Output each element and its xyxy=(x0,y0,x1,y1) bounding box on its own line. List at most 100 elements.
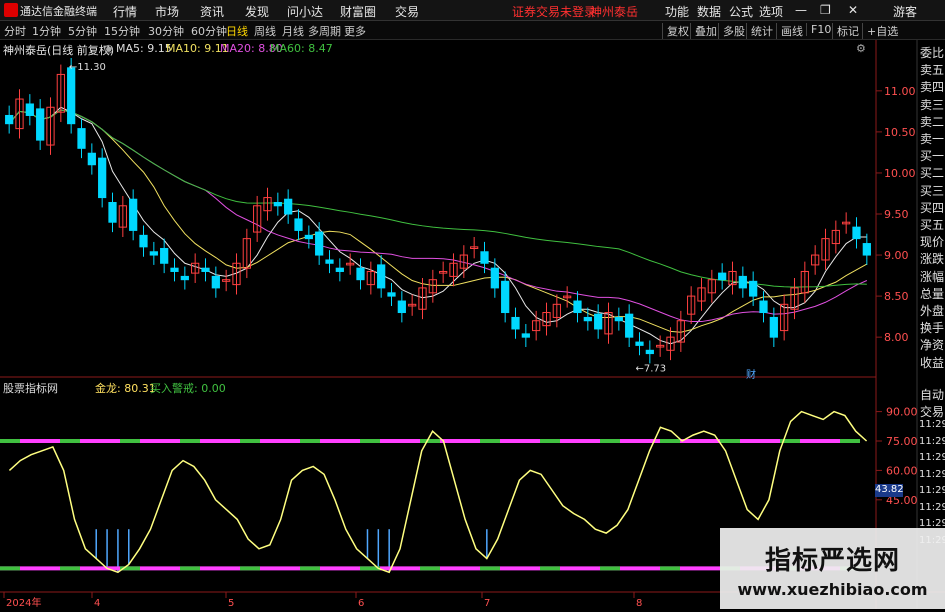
x-tick-label: 8 xyxy=(636,598,642,609)
btn-fuquan[interactable]: 复权 xyxy=(662,23,689,39)
btn-biaoji[interactable]: 标记 xyxy=(832,23,859,39)
quote-field-label: 涨跌 xyxy=(919,252,944,267)
candle-body xyxy=(129,198,138,231)
candle-body xyxy=(862,243,871,256)
period-weekly[interactable]: 周线 xyxy=(254,23,276,39)
sub-panel-title: 股票指标网 xyxy=(3,382,58,395)
candle-body xyxy=(304,234,313,240)
menu-caifuquan[interactable]: 财富圈 xyxy=(340,3,376,20)
price-tick-label: 9.00 xyxy=(884,249,909,262)
menu-gongneng[interactable]: 功能 xyxy=(665,3,689,20)
period-15min[interactable]: 15分钟 xyxy=(104,23,140,39)
jinlong-value: 金龙: 80.31 xyxy=(95,382,156,395)
candle-body xyxy=(335,267,344,272)
auto-trade-label[interactable]: 交易 xyxy=(919,403,945,420)
candle-body xyxy=(139,234,148,248)
quote-field-label: 买一 xyxy=(919,149,944,164)
price-tick-label: 8.00 xyxy=(884,331,909,344)
ma60-label: MA60: 8.47 xyxy=(270,42,333,55)
candle-body xyxy=(501,280,510,314)
close-icon[interactable]: ✕ xyxy=(848,3,858,17)
x-tick-label: 2024年 xyxy=(6,596,41,609)
candle-body xyxy=(625,313,634,338)
btn-add-watchlist[interactable]: +自选 xyxy=(862,23,898,39)
candle-body xyxy=(5,114,14,125)
candle-body xyxy=(511,316,520,330)
period-monthly[interactable]: 月线 xyxy=(282,23,304,39)
current-stock-tab[interactable]: 神州泰岳 xyxy=(590,3,638,20)
candle-body xyxy=(521,333,530,338)
trade-time-label: 11:29 xyxy=(919,501,945,513)
app-logo-icon xyxy=(4,3,18,17)
low-price-label: ←7.73 xyxy=(636,363,667,374)
candle-body xyxy=(480,251,489,264)
ma-toggle-icon[interactable]: ◉ xyxy=(104,42,114,55)
candle-body xyxy=(108,202,117,223)
period-daily[interactable]: 日线 xyxy=(226,23,248,39)
period-more[interactable]: 更多 xyxy=(344,23,366,39)
candle-body xyxy=(583,316,592,322)
quote-field-label: 委比 xyxy=(919,46,944,60)
menu-zixun[interactable]: 资讯 xyxy=(200,3,224,20)
menu-jiaoyi[interactable]: 交易 xyxy=(395,3,419,20)
candle-body xyxy=(36,108,45,141)
restore-icon[interactable]: ❐ xyxy=(820,3,831,17)
candle-body xyxy=(98,157,107,199)
period-30min[interactable]: 30分钟 xyxy=(148,23,184,39)
candle-body xyxy=(377,264,386,289)
candle-body xyxy=(490,267,499,289)
quote-field-label: 买四 xyxy=(919,200,944,215)
period-fenshi[interactable]: 分时 xyxy=(4,23,26,39)
trade-login-status[interactable]: 证券交易未登录 xyxy=(512,3,596,20)
guest-user[interactable]: 游客 xyxy=(893,3,917,20)
candle-body xyxy=(749,280,758,297)
btn-diejia[interactable]: 叠加 xyxy=(690,23,717,39)
sub-tick-label: 60.00 xyxy=(886,464,918,477)
menu-gongshi[interactable]: 公式 xyxy=(729,3,753,20)
period-5min[interactable]: 5分钟 xyxy=(68,23,97,39)
trade-time-label: 11:29 xyxy=(919,435,945,447)
panel-settings-icon[interactable]: ⚙ xyxy=(856,42,866,55)
period-60min[interactable]: 60分钟 xyxy=(191,23,227,39)
quote-field-label: 换手 xyxy=(919,321,944,336)
candle-body xyxy=(315,231,324,256)
btn-tongji[interactable]: 统计 xyxy=(746,23,773,39)
main-panel-title: 神州泰岳(日线 前复权) xyxy=(3,44,115,57)
price-tick-label: 9.50 xyxy=(884,208,909,221)
candle-body xyxy=(180,275,189,281)
menu-hangqing[interactable]: 行情 xyxy=(113,3,137,20)
menu-shichang[interactable]: 市场 xyxy=(155,3,179,20)
menu-wenxiaoda[interactable]: 问小达 xyxy=(287,3,323,20)
menu-xuanxiang[interactable]: 选项 xyxy=(759,3,783,20)
watermark-url: www.xuezhibiao.com xyxy=(737,580,928,599)
candle-body xyxy=(294,218,303,231)
sub-tick-label: 75.00 xyxy=(886,435,918,448)
app-title: 通达信金融终端 xyxy=(20,5,97,18)
candle-body xyxy=(614,316,623,322)
quote-field-label: 卖五 xyxy=(919,63,944,78)
candle-body xyxy=(573,300,582,314)
minimize-icon[interactable]: — xyxy=(795,3,807,17)
quote-field-label: 现价 xyxy=(919,235,944,250)
x-tick-label: 6 xyxy=(358,598,364,609)
auto-trade-label[interactable]: 自动 xyxy=(919,386,945,403)
candle-body xyxy=(645,349,654,355)
candle-body xyxy=(738,275,747,289)
btn-huaxian[interactable]: 画线 xyxy=(776,23,803,39)
menu-faxian[interactable]: 发现 xyxy=(245,3,269,20)
kline-chart-svg[interactable]: 11.00 10.50 10.00 9.50 9.00 8.50 8.00 ←11.30 ←7… xyxy=(0,40,945,609)
menu-shuju[interactable]: 数据 xyxy=(697,3,721,20)
candle-body xyxy=(397,300,406,314)
chart-area[interactable]: 11.00 10.50 10.00 9.50 9.00 8.50 8.00 ←11.30 ←7… xyxy=(0,40,945,609)
btn-duogu[interactable]: 多股 xyxy=(718,23,745,39)
quote-field-label: 买五 xyxy=(919,218,944,232)
candle-body xyxy=(273,202,282,207)
quote-field-label: 净资 xyxy=(919,338,944,353)
btn-f10[interactable]: F10 xyxy=(806,23,831,36)
candle-body xyxy=(149,251,158,256)
period-multi[interactable]: 多周期 xyxy=(308,23,341,39)
x-tick-label: 7 xyxy=(484,598,490,609)
period-1min[interactable]: 1分钟 xyxy=(32,23,61,39)
candle-body xyxy=(718,272,727,281)
candle-body xyxy=(77,128,86,149)
